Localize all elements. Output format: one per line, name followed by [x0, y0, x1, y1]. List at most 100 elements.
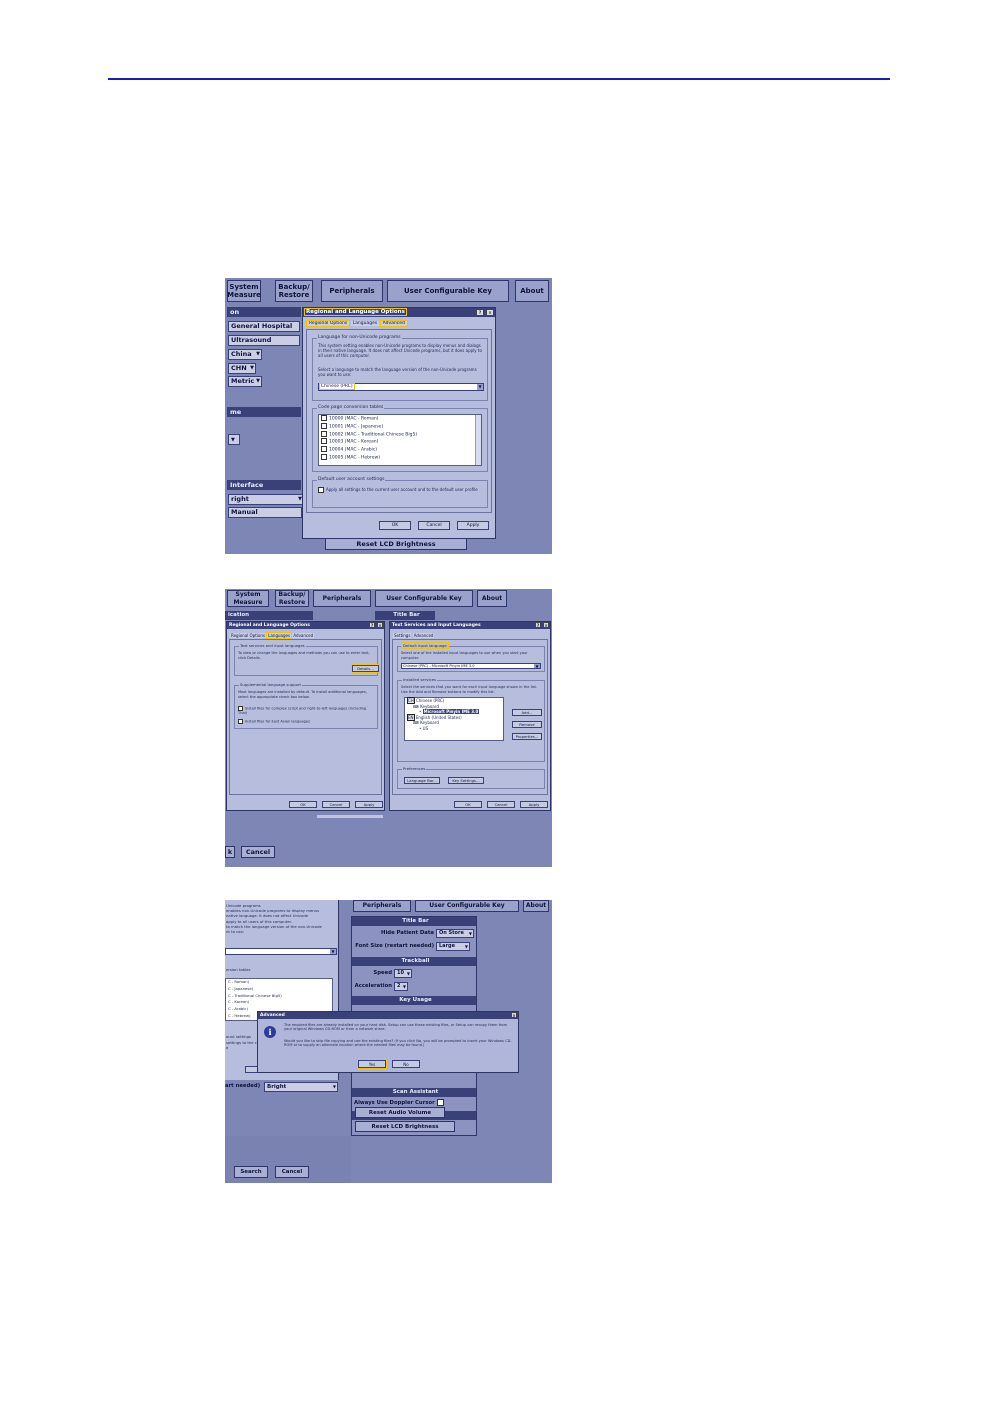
text-services-group: Text services and input languages To vie… [234, 643, 380, 676]
ok-button[interactable]: OK [379, 521, 411, 530]
reset-lcd-brightness-button[interactable]: Reset LCD Brightness [355, 1121, 455, 1132]
details-button[interactable]: Details... [351, 664, 380, 673]
list-item[interactable]: C - Korean) [226, 999, 332, 1006]
brightness-select[interactable]: Bright ▼ [264, 1082, 338, 1092]
hospital-field[interactable]: General Hospital [228, 321, 300, 332]
tree-item[interactable]: • US [405, 726, 503, 732]
speed-select[interactable]: 10 ▼ [394, 969, 412, 978]
tab-backup-restore[interactable]: Backup/ Restore [275, 280, 313, 302]
checkbox-checked-icon[interactable] [321, 453, 327, 460]
tab-backup-restore[interactable]: Backup/ Restore [275, 590, 309, 607]
mode-field[interactable]: Manual [228, 507, 302, 518]
services-tree[interactable]: CH Chinese (PRC) ⌨ Keyboard • Microsoft … [404, 697, 504, 741]
tab-user-configurable-key[interactable]: User Configurable Key [415, 900, 519, 912]
regional-language-dialog: Regional and Language Options ? × Region… [302, 307, 496, 539]
tab-system-measure[interactable]: System Measure [227, 280, 261, 302]
help-icon[interactable]: ? [369, 622, 375, 628]
tab-peripherals[interactable]: Peripherals [321, 280, 383, 302]
language-bar-button[interactable]: Language Bar... [404, 777, 440, 784]
cancel-button[interactable]: Cancel [418, 521, 450, 530]
reset-lcd-brightness-button[interactable]: Reset LCD Brightness [325, 538, 467, 550]
tab-regional-options[interactable]: Regional Options [305, 320, 351, 327]
checkbox-checked-icon[interactable] [321, 438, 327, 445]
close-icon[interactable]: × [377, 622, 383, 628]
back-button[interactable]: k [225, 846, 235, 858]
list-item[interactable]: 10002 (MAC - Traditional Chinese Big5) [319, 430, 481, 439]
language-select[interactable]: ▼ [225, 948, 337, 955]
checkbox-checked-icon[interactable] [321, 422, 327, 429]
scrollbar[interactable] [475, 415, 481, 465]
checkbox-checked-icon[interactable] [321, 430, 327, 437]
hide-patient-select[interactable]: On Store ▼ [436, 929, 474, 938]
dropdown-stub[interactable]: ▼ [228, 434, 240, 445]
tab-languages[interactable]: Languages [266, 632, 293, 639]
tab-user-configurable-key[interactable]: User Configurable Key [387, 280, 509, 302]
tab-advanced[interactable]: Advanced [379, 320, 408, 327]
tab-peripherals[interactable]: Peripherals [313, 590, 371, 607]
close-icon[interactable]: × [543, 622, 549, 628]
list-item[interactable]: 10004 (MAC - Arabic) [319, 446, 481, 454]
east-asian-checkbox[interactable]: Install files for East Asian languages [238, 719, 376, 724]
checkbox-checked-icon[interactable] [321, 446, 327, 453]
no-button[interactable]: No [392, 1060, 420, 1068]
apply-button[interactable]: Apply [457, 521, 489, 530]
apply-all-checkbox[interactable]: Apply all settings to the current user a… [318, 487, 478, 493]
remove-button[interactable]: Remove [512, 721, 542, 728]
list-item[interactable]: 10000 (MAC - Roman) [319, 415, 481, 423]
checkbox-checked-icon[interactable] [321, 415, 327, 421]
list-item[interactable]: 10001 (MAC - Japanese) [319, 422, 481, 431]
tab-peripherals[interactable]: Peripherals [353, 900, 411, 912]
tab-about[interactable]: About [477, 590, 507, 607]
font-size-select[interactable]: Large ▼ [436, 942, 470, 951]
tab-settings[interactable]: Settings [393, 633, 412, 638]
country-select[interactable]: China ▼ [228, 349, 262, 360]
list-item[interactable]: 10003 (MAC - Korean) [319, 438, 481, 446]
list-item[interactable]: 10005 (MAC - Hebrew) [319, 453, 481, 462]
complex-script-checkbox[interactable]: Install files for complex script and rig… [238, 706, 376, 716]
list-item[interactable]: C - Japanese) [226, 986, 332, 993]
reset-audio-volume-button[interactable]: Reset Audio Volume [355, 1107, 445, 1118]
cancel-button[interactable]: Cancel [275, 1166, 309, 1178]
tab-about[interactable]: About [515, 280, 549, 302]
checkbox-icon[interactable] [318, 487, 324, 493]
checkbox-checked-icon[interactable] [436, 1099, 444, 1106]
tab-regional-options[interactable]: Regional Options [230, 633, 266, 638]
ok-button[interactable]: OK [454, 801, 482, 808]
clipped-description: Unicode programs enables non-Unicode pro… [226, 903, 322, 934]
help-icon[interactable]: ? [476, 309, 484, 316]
group-description: Select the services that you want for ea… [401, 685, 538, 694]
list-item[interactable]: C - Roman) [226, 979, 332, 986]
code-page-list[interactable]: 10000 (MAC - Roman) 10001 (MAC - Japanes… [318, 414, 482, 466]
language-select[interactable]: CHN ▼ [228, 363, 256, 374]
properties-button[interactable]: Properties... [512, 733, 542, 740]
search-button[interactable]: Search [234, 1166, 268, 1178]
tab-user-configurable-key[interactable]: User Configurable Key [375, 590, 473, 607]
list-item[interactable]: C - Traditional Chinese Big5) [226, 993, 332, 1000]
yes-button[interactable]: Yes [357, 1059, 387, 1069]
doppler-cursor-checkbox[interactable]: Always Use Doppler Cursor [354, 1099, 446, 1106]
language-select[interactable]: Chinese (PRC) ▼ [318, 383, 484, 391]
key-settings-button[interactable]: Key Settings... [448, 777, 484, 784]
checkbox-checked-icon[interactable] [238, 719, 243, 724]
tab-advanced[interactable]: Advanced [412, 633, 435, 638]
close-icon[interactable]: × [486, 309, 494, 316]
default-input-select[interactable]: Chinese (PRC) - Microsoft Pinyin IME 3.0… [401, 663, 541, 669]
cancel-button[interactable]: Cancel [241, 846, 275, 858]
apply-button[interactable]: Apply [355, 801, 383, 808]
tab-languages[interactable]: Languages [350, 321, 380, 326]
tab-system-measure[interactable]: System Measure [227, 590, 269, 607]
add-button[interactable]: Add... [512, 709, 542, 716]
tab-advanced[interactable]: Advanced [292, 633, 315, 638]
cancel-button[interactable]: Cancel [487, 801, 515, 808]
tab-about[interactable]: About [523, 900, 549, 912]
close-icon[interactable]: × [511, 1012, 517, 1018]
chevron-down-icon: ▼ [256, 351, 260, 357]
help-icon[interactable]: ? [535, 622, 541, 628]
ok-button[interactable]: OK [289, 801, 317, 808]
units-select[interactable]: Metric ▼ [228, 376, 262, 387]
acceleration-select[interactable]: 2 ▼ [394, 982, 408, 991]
department-field[interactable]: Ultrasound [228, 335, 300, 346]
cancel-button[interactable]: Cancel [322, 801, 350, 808]
apply-button[interactable]: Apply [520, 801, 548, 808]
brightness-select[interactable]: right ▼ [228, 494, 304, 505]
